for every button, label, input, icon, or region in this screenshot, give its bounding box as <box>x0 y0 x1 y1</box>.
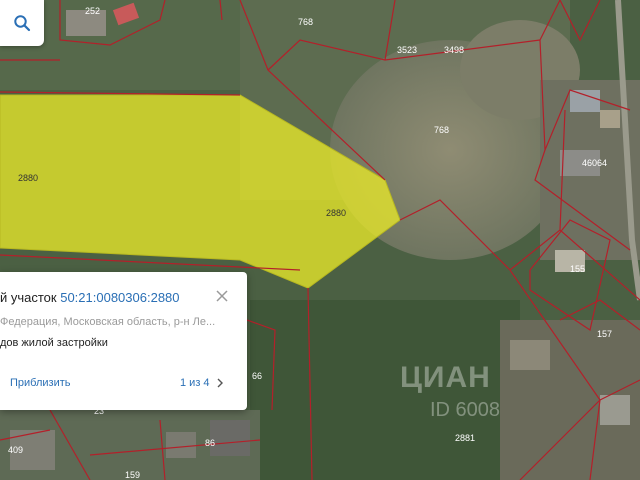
parcel-label: 86 <box>205 438 215 448</box>
selected-parcel-label: 2880 <box>18 173 38 183</box>
search-icon <box>14 15 31 32</box>
card-address: Федерация, Московская область, р-н Ле... <box>0 316 216 328</box>
parcel-label: 157 <box>597 329 612 339</box>
parcel-label: 155 <box>570 264 585 274</box>
chevron-right-icon <box>217 378 223 388</box>
card-usage: дов жилой застройки <box>0 337 108 349</box>
parcel-label: 46064 <box>582 158 607 168</box>
parcel-label: 252 <box>85 6 100 16</box>
next-button[interactable] <box>216 378 224 388</box>
cadastral-number[interactable]: 50:21:0080306:2880 <box>60 290 179 305</box>
close-icon <box>216 290 228 302</box>
parcel-label: 3498 <box>444 45 464 55</box>
card-title-prefix: й участок <box>0 290 61 305</box>
parcel-label: 3523 <box>397 45 417 55</box>
pager-text: 1 из 4 <box>180 377 210 389</box>
parcel-label: 159 <box>125 470 140 480</box>
selected-parcel-label-2: 2880 <box>326 208 346 218</box>
parcel-label: 768 <box>298 17 313 27</box>
zoom-in-link[interactable]: Приблизить <box>10 377 71 389</box>
parcel-label: 768 <box>434 125 449 135</box>
parcel-info-card: й участок 50:21:0080306:2880 Федерация, … <box>0 272 247 410</box>
parcel-label: 2881 <box>455 433 475 443</box>
card-pager: 1 из 4 <box>180 377 224 389</box>
parcel-label: 66 <box>252 371 262 381</box>
parcel-label: 409 <box>8 445 23 455</box>
close-button[interactable] <box>212 286 232 306</box>
search-button[interactable] <box>0 0 44 46</box>
card-title: й участок 50:21:0080306:2880 <box>0 290 205 305</box>
